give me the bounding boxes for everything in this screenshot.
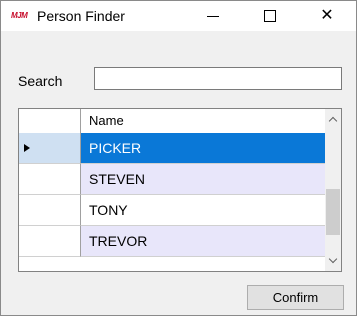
app-logo: MJM <box>11 11 28 20</box>
row-header-corner <box>19 109 81 133</box>
name-cell[interactable]: TONY <box>81 195 325 226</box>
table-row[interactable]: TREVOR <box>19 226 325 257</box>
confirm-button[interactable]: Confirm <box>247 285 344 310</box>
name-cell[interactable]: TREVOR <box>81 226 325 257</box>
row-header[interactable] <box>19 226 81 257</box>
name-cell[interactable]: STEVEN <box>81 164 325 195</box>
person-grid: Name PICKER STEVEN TONY TREVOR <box>18 108 342 272</box>
row-header[interactable] <box>19 164 81 195</box>
table-row[interactable]: PICKER <box>19 133 325 164</box>
minimize-button[interactable] <box>190 1 236 31</box>
minimize-icon <box>207 15 219 17</box>
chevron-down-icon <box>328 254 338 264</box>
name-cell[interactable]: PICKER <box>81 133 325 164</box>
close-icon: ✕ <box>320 7 334 24</box>
chevron-up-icon <box>328 116 338 126</box>
person-finder-window: MJM Person Finder ✕ Search Name PICKER S… <box>0 0 357 316</box>
title-bar[interactable]: MJM Person Finder ✕ <box>1 1 356 31</box>
row-header[interactable] <box>19 133 81 164</box>
search-input[interactable] <box>94 67 342 90</box>
close-button[interactable]: ✕ <box>304 1 350 31</box>
window-title: Person Finder <box>37 8 125 24</box>
search-label: Search <box>18 73 63 89</box>
row-header[interactable] <box>19 195 81 226</box>
scroll-thumb[interactable] <box>326 189 340 235</box>
table-row[interactable]: TONY <box>19 195 325 226</box>
maximize-button[interactable] <box>247 1 293 31</box>
grid-header: Name <box>19 109 325 134</box>
column-header-name[interactable]: Name <box>81 109 325 133</box>
scroll-up-button[interactable] <box>325 111 341 128</box>
scroll-down-button[interactable] <box>325 252 341 269</box>
vertical-scrollbar[interactable] <box>325 109 341 271</box>
current-row-arrow-icon <box>24 144 30 152</box>
table-row[interactable]: STEVEN <box>19 164 325 195</box>
maximize-icon <box>264 10 276 22</box>
